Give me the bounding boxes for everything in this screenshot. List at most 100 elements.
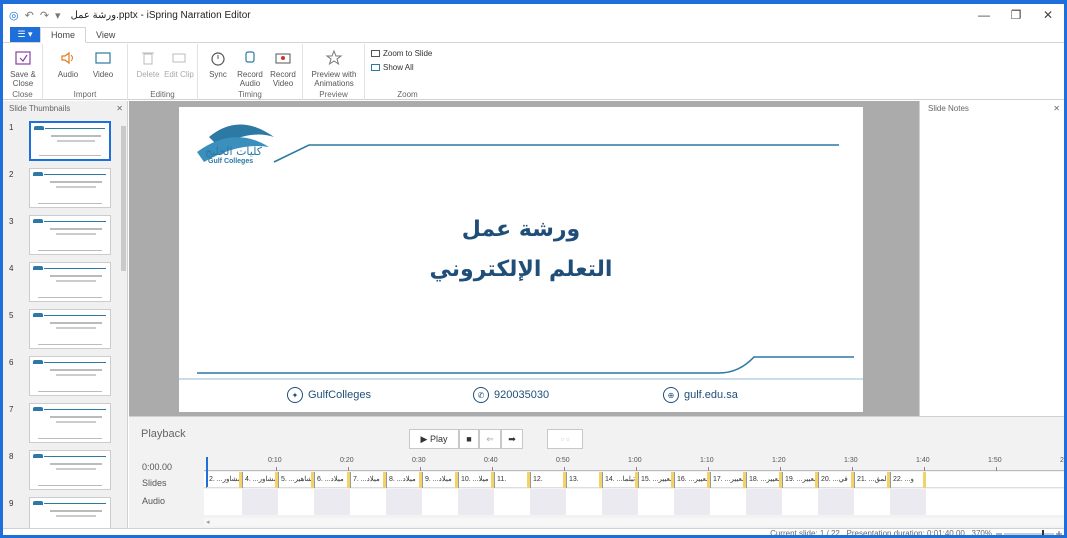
- thumbnail-image: [29, 497, 111, 528]
- timeline: 0:00.00 Slides Audio 0:10 0:20 0:30 0:40 0:5…: [129, 457, 1064, 529]
- duration-status: Presentation duration: 0:01:40.00: [846, 529, 965, 538]
- group-timing-label: Timing: [238, 90, 262, 99]
- thumbnails-close-button[interactable]: ✕: [116, 104, 123, 113]
- notes-editor[interactable]: [920, 115, 1064, 416]
- ruler-tick: [852, 467, 853, 471]
- thumbnails-scrollbar[interactable]: [121, 126, 126, 271]
- ruler-tick: [636, 467, 637, 471]
- slide-segment[interactable]: 8. ...ميلاد: [386, 472, 422, 488]
- close-button[interactable]: ✕: [1032, 4, 1064, 26]
- audio-column: [314, 489, 350, 515]
- audio-column: [890, 489, 926, 515]
- video-button[interactable]: Video: [88, 48, 118, 79]
- edit-clip-button[interactable]: Edit Clip: [164, 48, 194, 79]
- slide-segment[interactable]: 2. ...مشاور: [206, 472, 242, 488]
- zoom-slider[interactable]: [994, 529, 1062, 535]
- app-icon: ◎: [9, 9, 19, 22]
- play-button[interactable]: ▶ Play: [409, 429, 459, 449]
- previous-button[interactable]: ⇐: [479, 429, 501, 449]
- delete-button[interactable]: Delete: [133, 48, 163, 79]
- save-close-button[interactable]: Save & Close: [8, 48, 38, 88]
- ruler-tick: [564, 467, 565, 471]
- notes-close-button[interactable]: ✕: [1053, 104, 1060, 113]
- slide-segment[interactable]: 21. ...المق: [854, 472, 890, 488]
- timeline-scrollbar[interactable]: ◂: [204, 518, 1064, 526]
- group-import: Audio Video Import: [43, 44, 128, 100]
- audio-column: [530, 489, 566, 515]
- time-ruler[interactable]: 0:10 0:20 0:30 0:40 0:50 1:00 1:10 1:20 1:30 1:40…: [204, 457, 1064, 471]
- slide-segment[interactable]: 15. ...معيير: [638, 472, 674, 488]
- slide-thumbnail[interactable]: 9: [9, 497, 119, 528]
- ruler-tick: [492, 467, 493, 471]
- show-all-button[interactable]: Show All: [371, 63, 414, 72]
- slide-segment[interactable]: 10. ...ميلا: [458, 472, 494, 488]
- slide-segment[interactable]: 18. ...معيير: [746, 472, 782, 488]
- preview-button[interactable]: Preview with Animations: [311, 48, 357, 88]
- preview-label: Preview with Animations: [311, 70, 357, 88]
- thumbnails-title: Slide Thumbnails: [9, 103, 71, 113]
- ruler-tick-label: 0:20: [340, 457, 354, 464]
- slides-track[interactable]: 2. ...مشاور4. ...مشاور5. ...مشاهير6. ...…: [204, 472, 1064, 488]
- twitter-handle: GulfColleges: [308, 389, 371, 401]
- ribbon: Save & Close Close Audio Video Import De…: [3, 44, 1064, 100]
- slide-segment[interactable]: 7. ...ميلاد: [350, 472, 386, 488]
- slide-segment[interactable]: 22. ...و: [890, 472, 926, 488]
- slide-segment[interactable]: 9. ...ميلاد: [422, 472, 458, 488]
- slide-thumbnails-panel: Slide Thumbnails ✕ 1 2 3 4 5 6 7 8 9: [3, 101, 128, 528]
- footer-twitter: ✦ GulfColleges: [287, 387, 371, 403]
- stop-button[interactable]: ■: [459, 429, 479, 449]
- customize-icon[interactable]: ▾: [55, 9, 61, 22]
- slide-thumbnail[interactable]: 4: [9, 262, 119, 304]
- record-video-button[interactable]: Record Video: [268, 48, 298, 88]
- next-button[interactable]: ➡: [501, 429, 523, 449]
- group-editing: Delete Edit Clip Editing: [128, 44, 198, 100]
- tab-home[interactable]: Home: [40, 27, 87, 43]
- slide-thumbnail[interactable]: 2: [9, 168, 119, 210]
- slide-segment[interactable]: 16. ...معيير: [674, 472, 710, 488]
- slide-segment[interactable]: 19. ...معيير: [782, 472, 818, 488]
- record-audio-label: Record Audio: [237, 70, 263, 88]
- audio-label: Audio: [57, 70, 79, 79]
- slide-segment[interactable]: 20. ...في: [818, 472, 854, 488]
- slide-thumbnail[interactable]: 1: [9, 121, 119, 163]
- tab-view[interactable]: View: [86, 27, 125, 42]
- slide-segment[interactable]: 14. ...تيلما: [602, 472, 638, 488]
- slide-segment[interactable]: 13.: [566, 472, 602, 488]
- slide-thumbnail[interactable]: 8: [9, 450, 119, 492]
- slide-segment[interactable]: 5. ...مشاهير: [278, 472, 314, 488]
- slide-segment[interactable]: 17. ...معيير: [710, 472, 746, 488]
- zoom-to-slide-button[interactable]: Zoom to Slide: [371, 49, 432, 58]
- audio-button[interactable]: Audio: [53, 48, 83, 79]
- restore-button[interactable]: ❐: [1000, 4, 1032, 26]
- thumbnail-number: 1: [9, 123, 14, 132]
- ruler-tick-label: 0:10: [268, 457, 282, 464]
- slide-thumbnail[interactable]: 5: [9, 309, 119, 351]
- slide-thumbnail[interactable]: 3: [9, 215, 119, 257]
- slide-thumbnail[interactable]: 7: [9, 403, 119, 445]
- audio-track[interactable]: [204, 489, 1064, 515]
- slide-segment[interactable]: 12.: [530, 472, 566, 488]
- show-all-label: Show All: [383, 63, 414, 72]
- sync-button[interactable]: Sync: [203, 48, 233, 79]
- file-menu-button[interactable]: ☰ ▾: [10, 27, 40, 42]
- minimize-button[interactable]: —: [968, 4, 1000, 26]
- notes-title: Slide Notes: [928, 103, 969, 113]
- undo-icon[interactable]: ↶: [25, 9, 34, 22]
- slide-canvas: كليات الخليج Gulf Colleges ورشة عمل التع…: [179, 107, 863, 412]
- logo-arabic: كليات الخليج: [205, 145, 262, 158]
- slide-segment[interactable]: 11.: [494, 472, 530, 488]
- slide-segment[interactable]: 4. ...مشاور: [242, 472, 278, 488]
- thumbnail-number: 4: [9, 264, 14, 273]
- slide-segment[interactable]: 6. ...ميلاد: [314, 472, 350, 488]
- clip-tools-button[interactable]: ▫ ▫: [547, 429, 583, 449]
- redo-icon[interactable]: ↷: [40, 9, 49, 22]
- slide-marker[interactable]: [923, 472, 926, 488]
- record-audio-button[interactable]: Record Audio: [235, 48, 265, 88]
- audio-track-label: Audio: [142, 496, 166, 506]
- group-zoom-label: Zoom: [397, 90, 418, 99]
- speaker-icon: [58, 48, 78, 68]
- slide-thumbnail[interactable]: 6: [9, 356, 119, 398]
- playhead[interactable]: [206, 457, 208, 487]
- ruler-tick: [780, 467, 781, 471]
- thumbnail-image: [29, 262, 111, 302]
